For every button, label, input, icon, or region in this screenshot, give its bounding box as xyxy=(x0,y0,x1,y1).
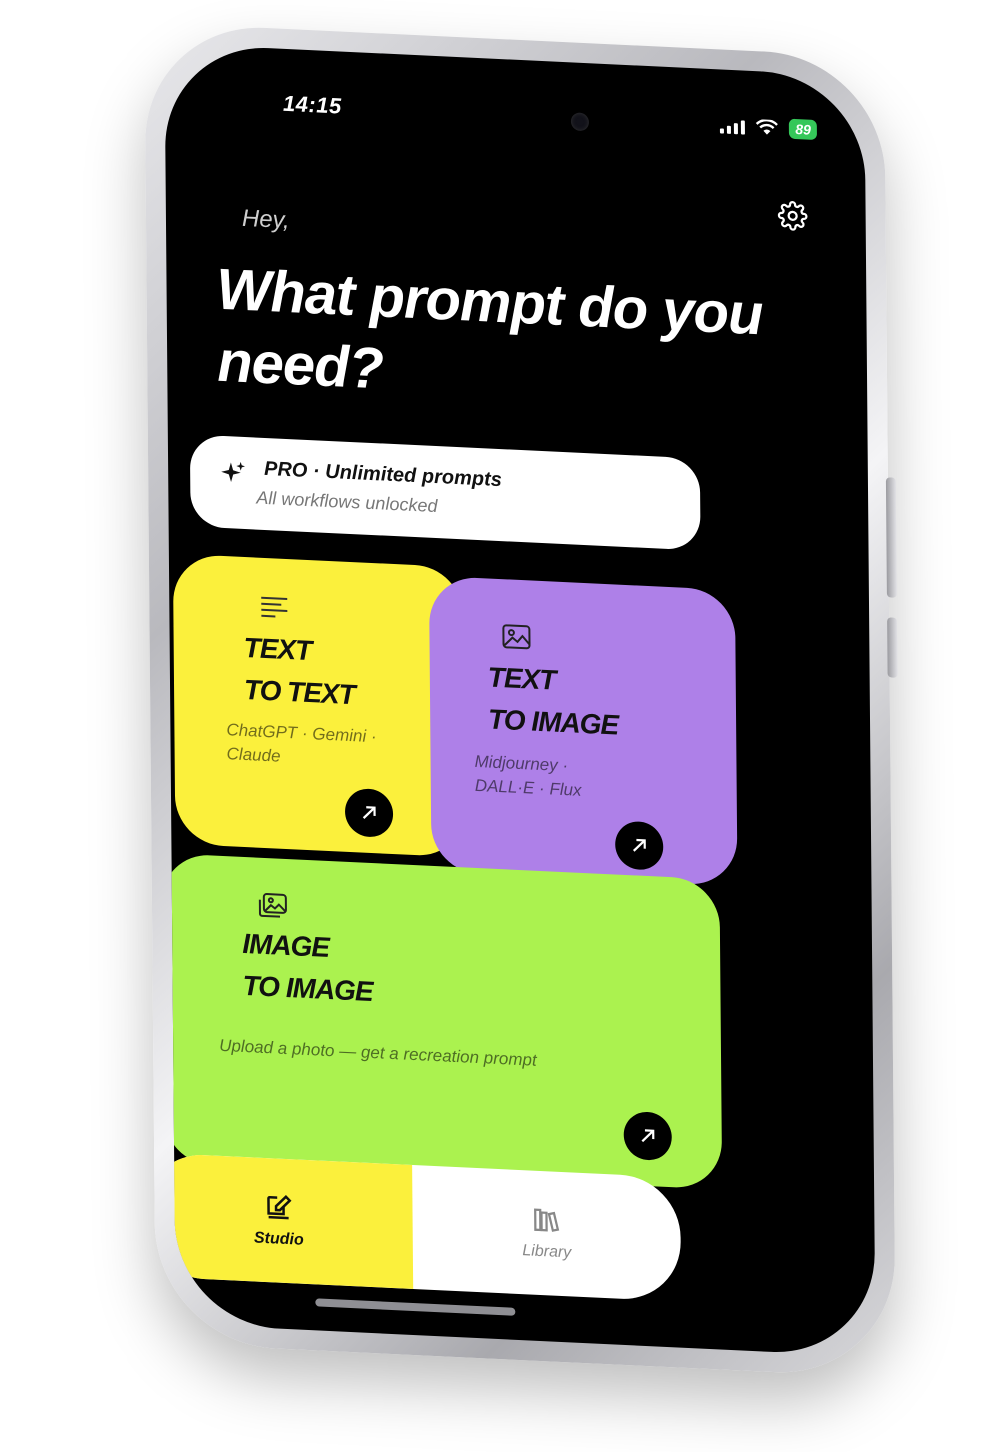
dynamic-island xyxy=(434,91,626,147)
image-to-image-card[interactable]: IMAGE TO IMAGE Upload a photo — get a re… xyxy=(164,853,723,1190)
tab-bar: Studio Library xyxy=(164,1152,682,1302)
text-to-text-open-button[interactable] xyxy=(344,787,394,839)
home-indicator xyxy=(315,1298,516,1316)
edit-icon xyxy=(267,1194,292,1220)
image-to-image-subtitle: Upload a photo — get a recreation prompt xyxy=(219,1035,537,1070)
arrow-up-right-icon xyxy=(632,838,646,852)
arrow-up-right-icon xyxy=(641,1129,655,1143)
text-to-image-subtitle: Midjourney · DALL·E · Flux xyxy=(474,751,582,800)
text-to-text-title: TEXT TO TEXT xyxy=(243,631,355,711)
sparkle-icon xyxy=(221,461,246,483)
camera-icon xyxy=(570,112,590,132)
app-screen: 14:15 89 Hey, What prompt do you need? P… xyxy=(164,43,876,1357)
pro-banner-title: PRO · Unlimited prompts xyxy=(264,457,502,492)
text-to-image-card[interactable]: TEXT TO IMAGE Midjourney · DALL·E · Flux xyxy=(428,575,738,887)
tab-library-label: Library xyxy=(522,1242,572,1262)
side-button-lower xyxy=(887,617,898,678)
pro-banner-subtitle: All workflows unlocked xyxy=(256,487,438,517)
tab-studio[interactable]: Studio xyxy=(164,1152,414,1289)
image-icon xyxy=(502,624,531,650)
tab-library[interactable]: Library xyxy=(412,1165,681,1302)
battery-indicator: 89 xyxy=(789,118,817,140)
greeting-text: Hey, xyxy=(241,204,290,235)
status-icons: 89 xyxy=(720,115,817,140)
books-icon xyxy=(534,1208,560,1232)
status-bar: 14:15 89 xyxy=(165,85,865,158)
tab-studio-label: Studio xyxy=(253,1229,304,1249)
side-button-upper xyxy=(885,477,897,598)
pro-banner[interactable]: PRO · Unlimited prompts All workflows un… xyxy=(189,434,701,551)
image-to-image-open-button[interactable] xyxy=(623,1110,672,1162)
text-to-image-title: TEXT TO IMAGE xyxy=(487,661,619,741)
text-to-text-card[interactable]: TEXT TO TEXT ChatGPT · Gemini · Claude xyxy=(172,553,466,858)
image-to-image-title: IMAGE TO IMAGE xyxy=(242,927,373,1008)
signal-icon xyxy=(720,117,746,135)
wifi-icon xyxy=(756,119,779,135)
lines-icon xyxy=(261,596,288,618)
text-to-image-open-button[interactable] xyxy=(615,820,664,871)
images-icon xyxy=(258,893,287,918)
phone-mockup: 14:15 89 Hey, What prompt do you need? P… xyxy=(144,22,898,1378)
status-time: 14:15 xyxy=(282,90,342,119)
page-title: What prompt do you need? xyxy=(216,256,763,402)
arrow-up-right-icon xyxy=(362,806,376,819)
text-to-text-subtitle: ChatGPT · Gemini · Claude xyxy=(226,720,377,766)
gear-icon[interactable] xyxy=(777,200,808,231)
